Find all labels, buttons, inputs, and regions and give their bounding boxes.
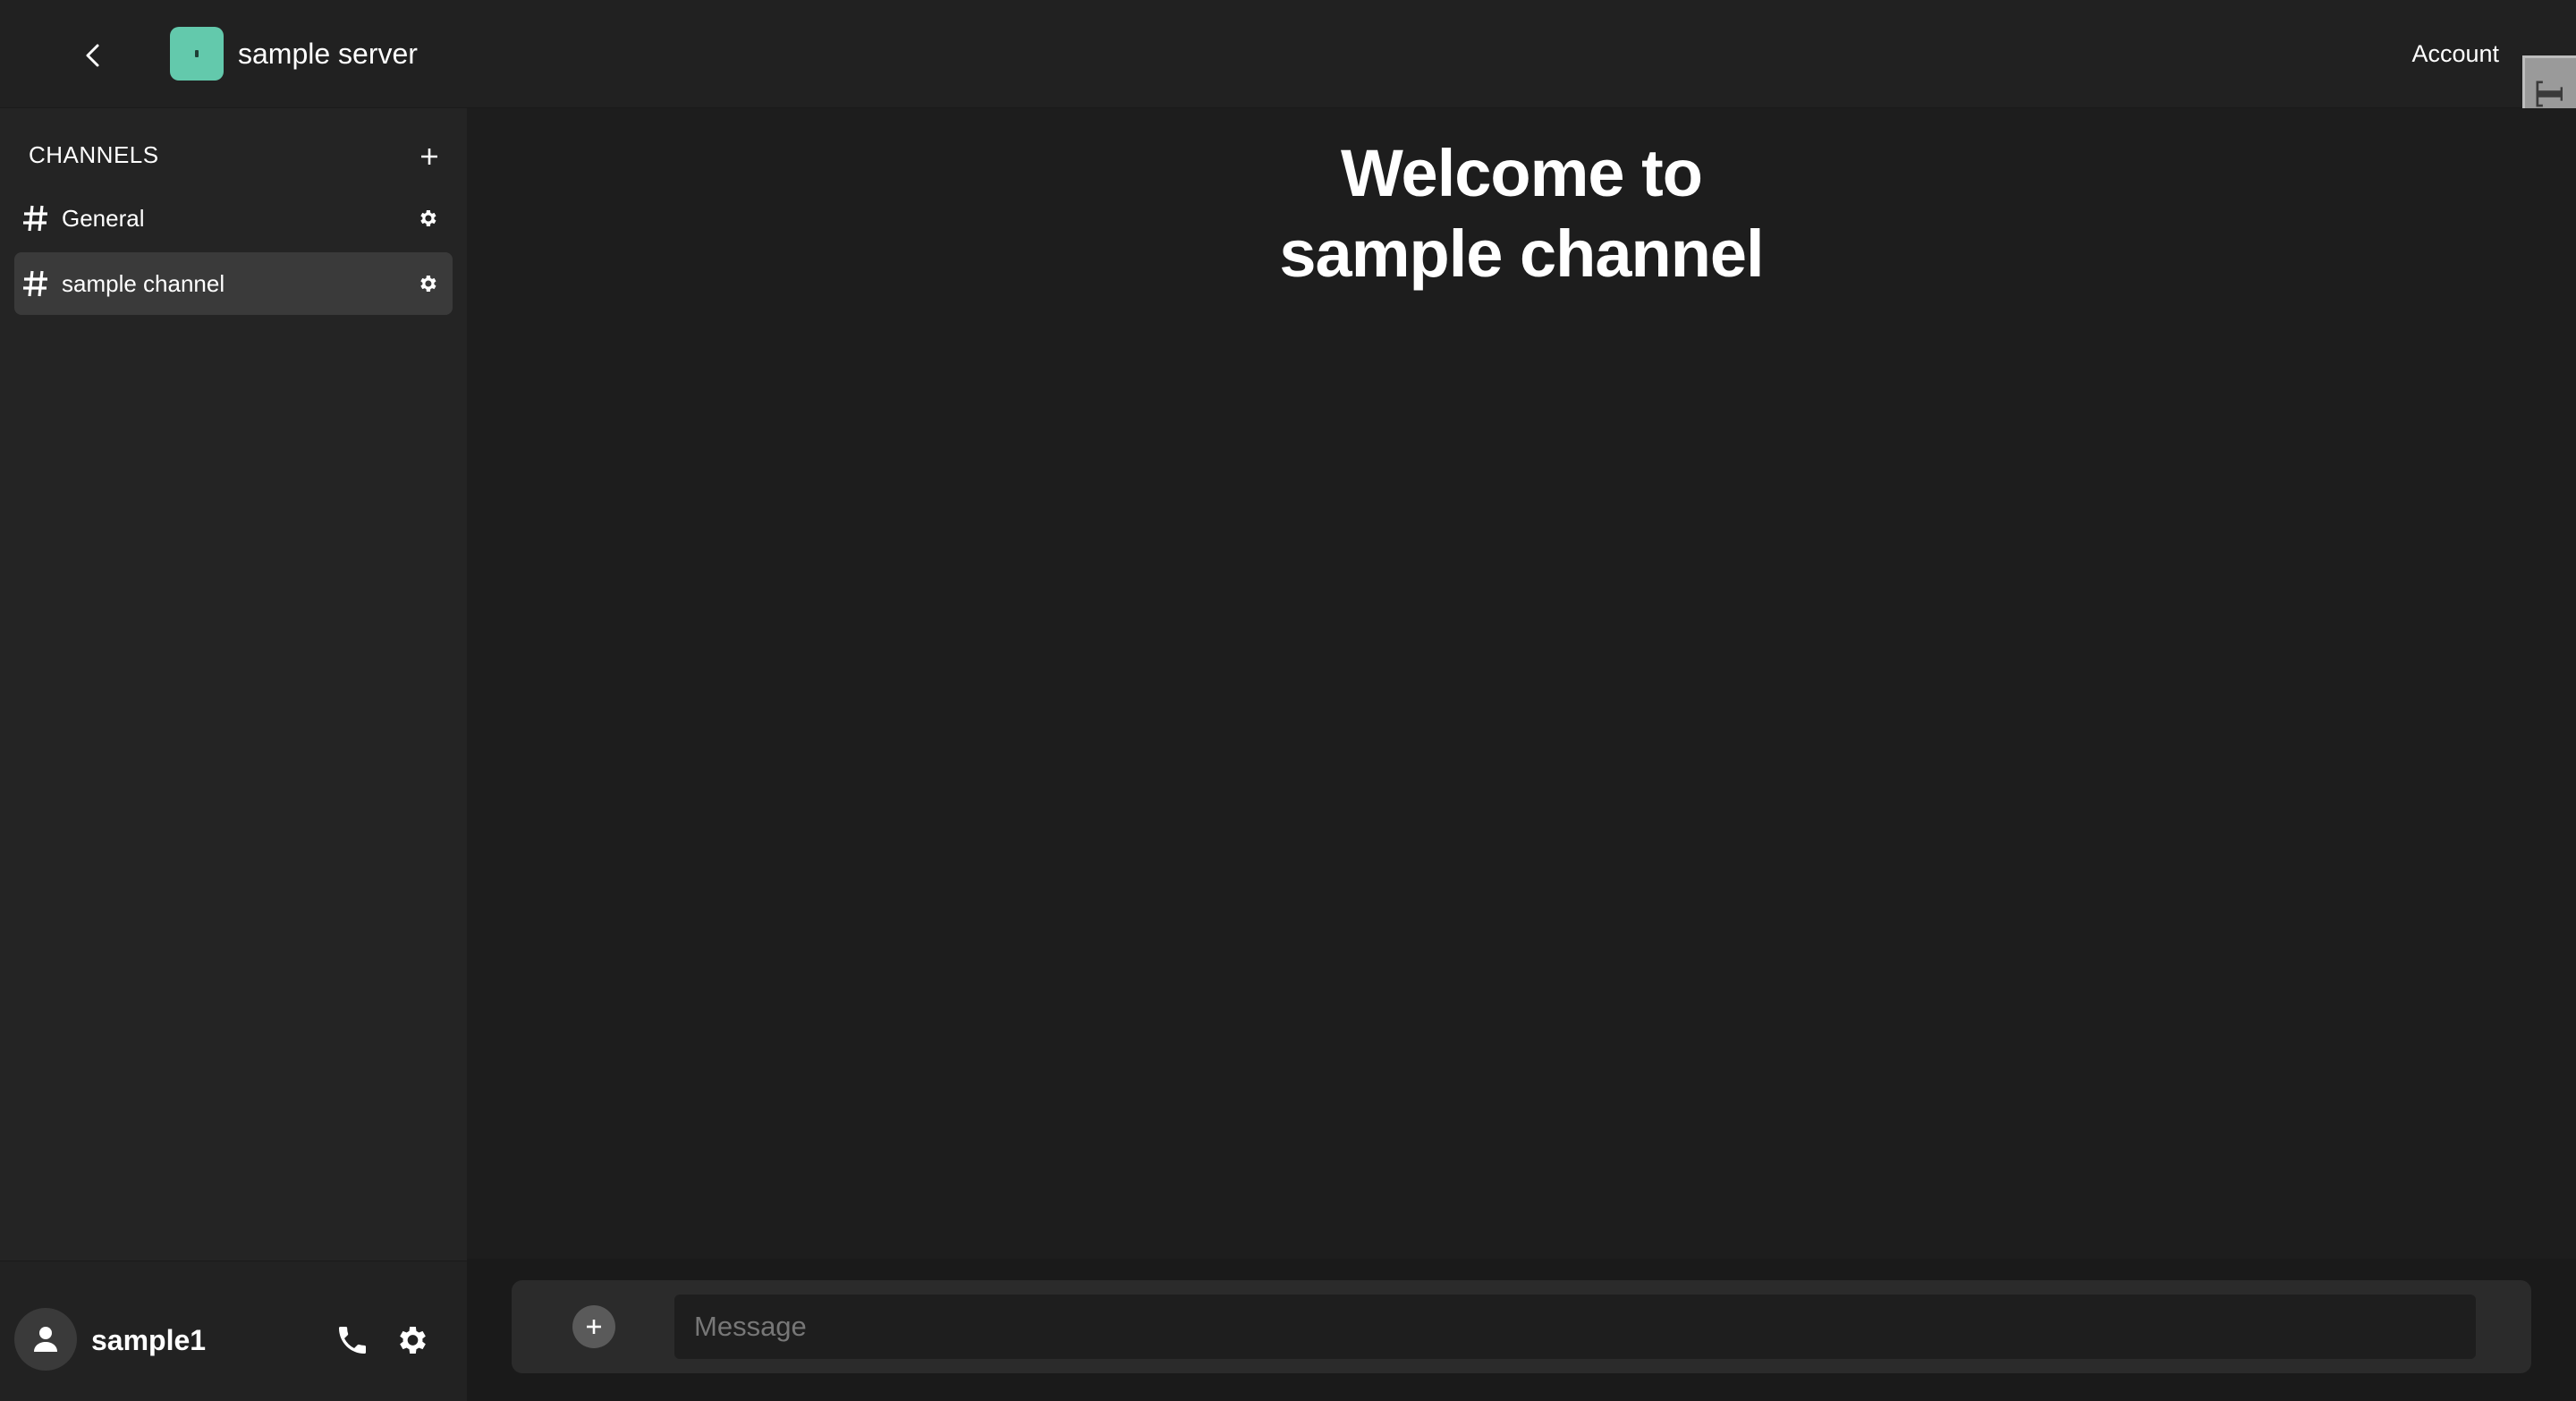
user-icon — [34, 1327, 57, 1352]
welcome-line: Welcome to — [1341, 136, 1703, 210]
plus-icon — [421, 149, 437, 165]
channel-item-sample-channel[interactable]: sample channel — [14, 252, 453, 315]
account-link[interactable]: Account — [2411, 38, 2499, 70]
chevron-left-icon — [86, 44, 99, 67]
message-composer — [512, 1280, 2531, 1373]
gear-icon[interactable] — [417, 208, 438, 229]
channels-header: CHANNELS — [29, 141, 159, 168]
welcome-heading: Welcome to sample channel — [467, 133, 2576, 294]
channel-sidebar: CHANNELS General sample channel sample1 — [0, 108, 467, 1401]
hash-icon — [23, 205, 47, 232]
username: sample1 — [91, 1324, 207, 1356]
composer-area — [467, 1259, 2576, 1401]
top-bar: sample server Account FDT — [0, 0, 2576, 190]
message-input[interactable] — [674, 1295, 2476, 1359]
add-channel-button[interactable] — [415, 139, 444, 174]
gear-icon[interactable] — [394, 1322, 429, 1358]
avatar[interactable] — [14, 1308, 77, 1371]
user-panel: sample1 — [0, 1261, 467, 1401]
hash-icon — [23, 270, 47, 297]
attach-button[interactable] — [572, 1305, 615, 1348]
gear-icon[interactable] — [417, 273, 438, 294]
channel-item-general[interactable]: General — [14, 187, 453, 250]
channel-label: sample channel — [62, 270, 225, 297]
server-name: sample server — [238, 38, 418, 70]
welcome-channel-name: sample channel — [1279, 217, 1764, 291]
server-icon-mark — [195, 50, 199, 57]
message-area: Welcome to sample channel — [467, 108, 2576, 1259]
phone-icon[interactable] — [335, 1322, 370, 1358]
channel-label: General — [62, 205, 145, 232]
server-icon[interactable] — [170, 27, 224, 81]
plus-icon — [587, 1320, 601, 1334]
back-button[interactable] — [73, 36, 113, 75]
